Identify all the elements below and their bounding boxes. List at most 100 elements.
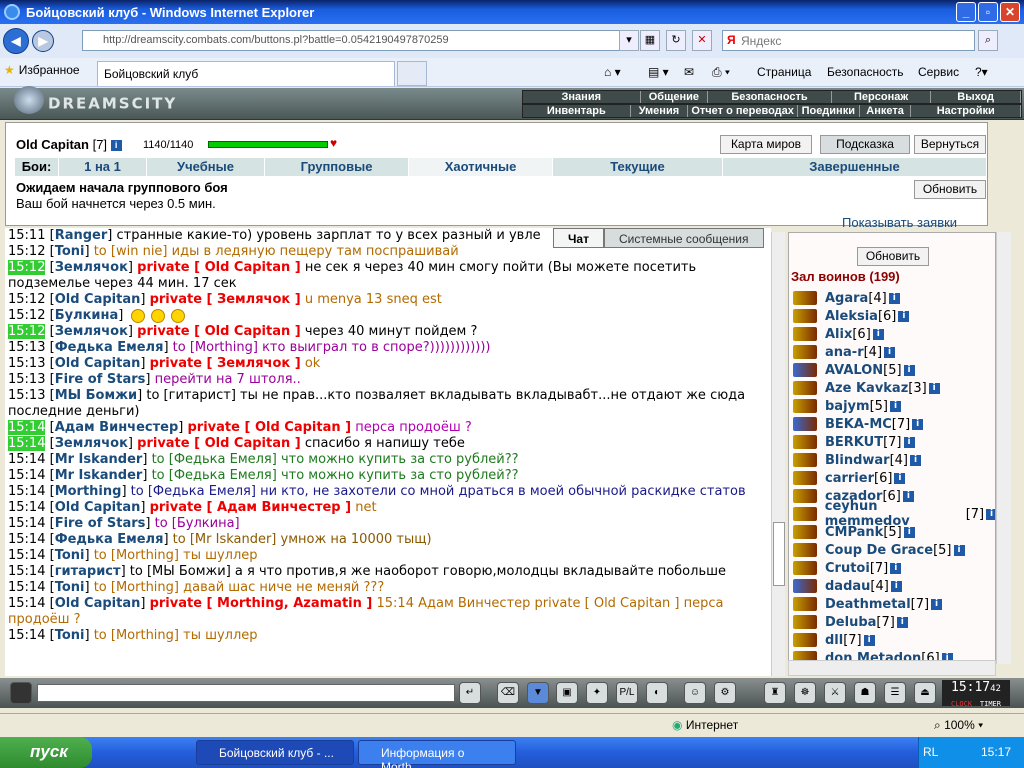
player-info-icon[interactable]: i	[910, 454, 921, 466]
refresh-button[interactable]: Обновить	[914, 180, 986, 199]
chat-nick[interactable]: [Mr Iskander]	[50, 452, 148, 467]
maximize-button[interactable]: ▫	[978, 2, 998, 22]
player-item[interactable]: Alix [6] i	[793, 325, 995, 343]
chat-time[interactable]: 15:14	[8, 548, 45, 563]
menu-security[interactable]: Безопасность	[708, 91, 832, 103]
menu-transfers[interactable]: Отчет о переводах	[688, 105, 798, 117]
tab-current[interactable]: Текущие	[553, 158, 723, 176]
start-button[interactable]: пуск	[0, 737, 92, 768]
private-message-icon[interactable]	[793, 453, 817, 467]
zoom-control[interactable]: ⌕ 100% ▾	[934, 718, 983, 733]
player-item[interactable]: BEKA-MC [7] i	[793, 415, 995, 433]
cmd-safety[interactable]: Безопасность	[827, 65, 904, 79]
tab-chaotic[interactable]: Хаотичные	[409, 158, 553, 176]
print-icon[interactable]: ⎙ ▾	[712, 65, 730, 80]
favorites-button[interactable]: ★ Избранное	[4, 63, 80, 77]
player-name[interactable]: carrier	[825, 471, 874, 486]
chat-time[interactable]: 15:14	[8, 420, 46, 435]
chat-nick[interactable]: [Fire of Stars]	[50, 372, 151, 387]
chat-time[interactable]: 15:14	[8, 468, 45, 483]
private-message-icon[interactable]	[793, 507, 817, 521]
player-name[interactable]: Aleksia	[825, 309, 878, 324]
menu-knowledge[interactable]: Знания	[523, 91, 641, 103]
tab-system-messages[interactable]: Системные сообщения	[603, 228, 764, 248]
player-item[interactable]: AVALON [5] i	[793, 361, 995, 379]
chat-time[interactable]: 15:12	[8, 244, 45, 259]
private-message-icon[interactable]	[793, 399, 817, 413]
tab-finished[interactable]: Завершенные	[723, 158, 987, 176]
player-info-icon[interactable]: i	[896, 616, 908, 628]
player-name[interactable]: Alix	[825, 327, 852, 342]
player-info-icon[interactable]: i	[889, 400, 901, 412]
private-message-icon[interactable]	[793, 309, 817, 323]
player-item[interactable]: Aze Kavkaz [3] i	[793, 379, 995, 397]
room-scrollbar[interactable]	[996, 232, 1011, 664]
private-message-icon[interactable]	[793, 291, 817, 305]
chat-nick[interactable]: [Toni]	[50, 628, 90, 643]
compat-view-icon[interactable]: ▦	[640, 30, 660, 51]
player-info-icon[interactable]: i	[890, 580, 902, 592]
language-indicator[interactable]: RL	[923, 745, 938, 759]
chat-nick[interactable]: [Old Capitan]	[50, 356, 146, 371]
chat-time[interactable]: 15:13	[8, 356, 45, 371]
search-icon[interactable]: ⌕	[978, 30, 998, 51]
chat-time[interactable]: 15:11	[8, 228, 45, 243]
chat-nick[interactable]: [Землячок]	[50, 260, 133, 275]
chat-time[interactable]: 15:14	[8, 484, 45, 499]
home-icon[interactable]: ⌂ ▾	[604, 65, 621, 79]
back-button[interactable]: ◀	[3, 28, 29, 54]
player-name[interactable]: Aze Kavkaz	[825, 381, 908, 396]
player-item[interactable]: Aleksia [6] i	[793, 307, 995, 325]
character-name[interactable]: Old Capitan [7] i	[16, 137, 122, 152]
player-info-icon[interactable]: i	[903, 526, 915, 538]
player-item[interactable]: carrier [6] i	[793, 469, 995, 487]
player-info-icon[interactable]: i	[903, 436, 915, 448]
player-item[interactable]: Deluba [7] i	[793, 613, 995, 631]
private-tag[interactable]: private [ Old Capitan ]	[137, 436, 301, 451]
show-requests-link[interactable]: Показывать заявки	[842, 215, 957, 230]
player-name[interactable]: Blindwar	[825, 453, 890, 468]
private-message-icon[interactable]	[793, 327, 817, 341]
chat-nick[interactable]: [Old Capitan]	[50, 596, 146, 611]
private-message-icon[interactable]	[793, 561, 817, 575]
settings-icon[interactable]: ⚙	[714, 682, 736, 704]
private-message-icon[interactable]	[793, 345, 817, 359]
player-item[interactable]: ana-r [4] i	[793, 343, 995, 361]
menu-settings[interactable]: Настройки	[911, 105, 1021, 117]
private-tag[interactable]: private [ Old Capitan ]	[137, 324, 301, 339]
chat-time[interactable]: 15:14	[8, 532, 45, 547]
private-tag[interactable]: private [ Землячок ]	[150, 356, 301, 371]
chat-nick[interactable]: [Fire of Stars]	[50, 516, 151, 531]
menu-inventory[interactable]: Инвентарь	[523, 105, 631, 117]
chat-nick[interactable]: [Mr Iskander]	[50, 468, 148, 483]
player-item[interactable]: bajym [5] i	[793, 397, 995, 415]
group-icon[interactable]: ☸	[794, 682, 816, 704]
private-message-icon[interactable]	[793, 525, 817, 539]
bag-icon[interactable]: ♜	[764, 682, 786, 704]
help-icon[interactable]: ?▾	[975, 65, 988, 79]
private-message-icon[interactable]	[793, 489, 817, 503]
private-tag[interactable]: private [ Адам Винчестер ]	[150, 500, 352, 515]
tab-training[interactable]: Учебные	[147, 158, 265, 176]
address-dropdown-icon[interactable]: ▾	[619, 30, 639, 51]
chat-time[interactable]: 15:14	[8, 452, 45, 467]
tab-1v1[interactable]: 1 на 1	[59, 158, 147, 176]
chat-time[interactable]: 15:13	[8, 340, 45, 355]
smiley-menu-icon[interactable]	[10, 682, 32, 704]
private-tag[interactable]: private [ Morthing, Azamatin ]	[150, 596, 373, 611]
private-message-icon[interactable]	[793, 543, 817, 557]
save-icon[interactable]: ▣	[556, 682, 578, 704]
private-message-icon[interactable]	[793, 471, 817, 485]
player-item[interactable]: Blindwar [4] i	[793, 451, 995, 469]
chat-nick[interactable]: [Федька Емеля]	[50, 532, 169, 547]
clear-icon[interactable]: ⌫	[497, 682, 519, 704]
private-message-icon[interactable]	[793, 381, 817, 395]
task-morthing-info[interactable]: Информация о Morth...	[358, 740, 516, 768]
private-message-icon[interactable]	[793, 615, 817, 629]
player-name[interactable]: bajym	[825, 399, 870, 414]
chat-nick[interactable]: [Toni]	[50, 580, 90, 595]
chat-time[interactable]: 15:12	[8, 324, 46, 339]
fight-icon[interactable]: ⚔	[824, 682, 846, 704]
chat-mode-icon[interactable]: ◐	[646, 682, 668, 704]
back-link-button[interactable]: Вернуться	[914, 135, 986, 154]
